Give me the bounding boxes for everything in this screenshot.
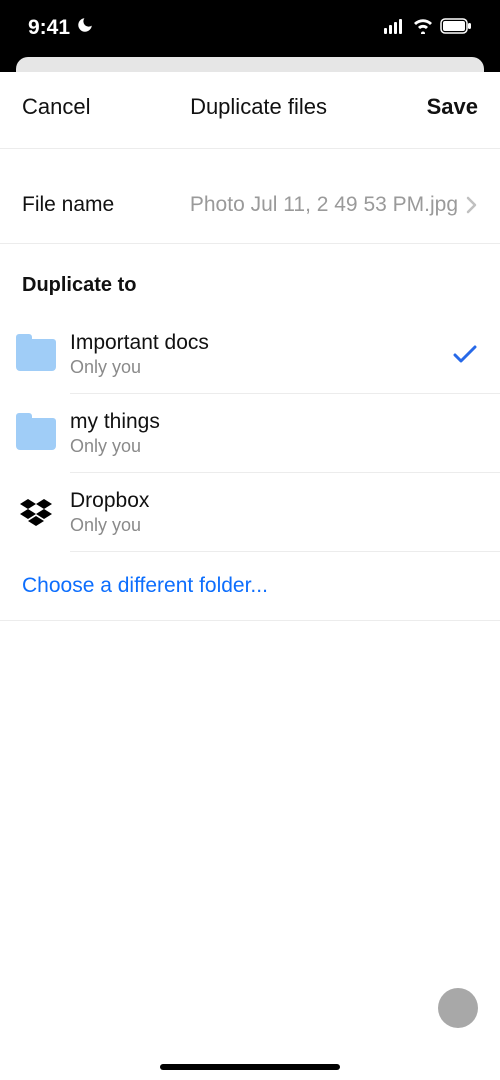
wifi-icon: [412, 16, 434, 40]
signal-icon: [384, 16, 406, 40]
folder-icon: [14, 412, 58, 456]
nav-bar: Cancel Duplicate files Save: [0, 72, 500, 149]
save-button[interactable]: Save: [427, 94, 478, 120]
folder-text: Important docs Only you: [70, 331, 452, 378]
status-right: [384, 16, 472, 40]
folder-name: my things: [70, 410, 478, 434]
page-title: Duplicate files: [190, 94, 327, 120]
folder-subtitle: Only you: [70, 436, 478, 457]
home-indicator[interactable]: [160, 1064, 340, 1070]
folder-text: my things Only you: [70, 410, 478, 457]
filename-label: File name: [22, 193, 114, 217]
section-title: Duplicate to: [0, 244, 500, 315]
folder-name: Important docs: [70, 331, 452, 355]
folder-row-dropbox[interactable]: Dropbox Only you: [0, 473, 500, 552]
folder-subtitle: Only you: [70, 515, 478, 536]
choose-different-folder-button[interactable]: Choose a different folder...: [0, 552, 500, 621]
battery-icon: [440, 16, 472, 40]
filename-row[interactable]: File name Photo Jul 11, 2 49 53 PM.jpg: [0, 167, 500, 244]
folder-text: Dropbox Only you: [70, 489, 478, 536]
folder-row-important-docs[interactable]: Important docs Only you: [0, 315, 500, 394]
status-left: 9:41: [28, 16, 94, 40]
folder-name: Dropbox: [70, 489, 478, 513]
modal-sheet: Cancel Duplicate files Save File name Ph…: [0, 72, 500, 621]
cancel-button[interactable]: Cancel: [22, 94, 90, 120]
folder-row-my-things[interactable]: my things Only you: [0, 394, 500, 473]
dropbox-icon: [14, 491, 58, 535]
filename-value: Photo Jul 11, 2 49 53 PM.jpg: [114, 193, 458, 217]
folder-subtitle: Only you: [70, 357, 452, 378]
checkmark-icon: [452, 345, 478, 365]
status-bar: 9:41: [0, 0, 500, 55]
chevron-right-icon: [466, 196, 478, 214]
folder-icon: [14, 333, 58, 377]
moon-icon: [76, 16, 94, 40]
status-time: 9:41: [28, 16, 70, 40]
touch-indicator: [438, 988, 478, 1028]
background-sheet: [0, 55, 500, 72]
